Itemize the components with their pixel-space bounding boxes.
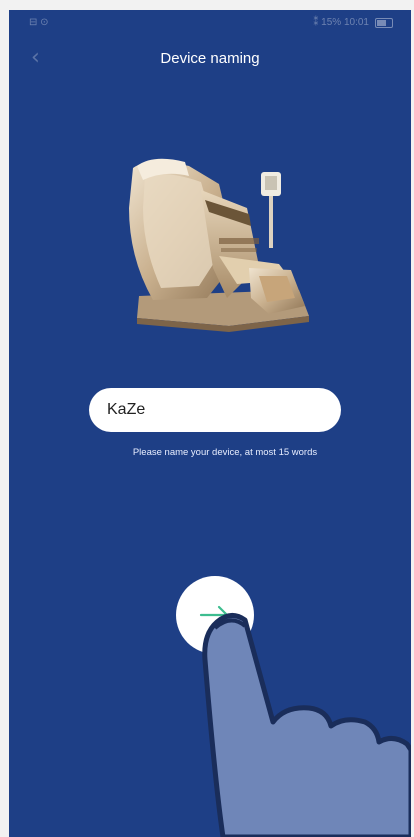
device-name-input[interactable]	[89, 388, 341, 432]
battery-icon	[375, 17, 393, 28]
page-title: Device naming	[160, 50, 260, 67]
massage-chair-image	[109, 148, 319, 338]
status-icons-right: ⁑ 15% 10:01	[313, 17, 393, 28]
arrow-right-icon	[199, 605, 229, 625]
status-bar: ⊟ ⊙ ⁑ 15% 10:01	[9, 10, 411, 36]
app-screen: ⊟ ⊙ ⁑ 15% 10:01 ‹ Device naming KaZe Ple…	[9, 10, 411, 837]
status-text: ⁑ 15% 10:01	[313, 17, 369, 28]
next-button[interactable]	[176, 576, 254, 654]
massage-chair-illustration	[129, 158, 309, 332]
status-icons-left: ⊟ ⊙	[29, 17, 49, 28]
top-bar: ‹ Device naming	[9, 46, 411, 76]
name-hint: Please name your device, at most 15 word…	[132, 447, 318, 458]
